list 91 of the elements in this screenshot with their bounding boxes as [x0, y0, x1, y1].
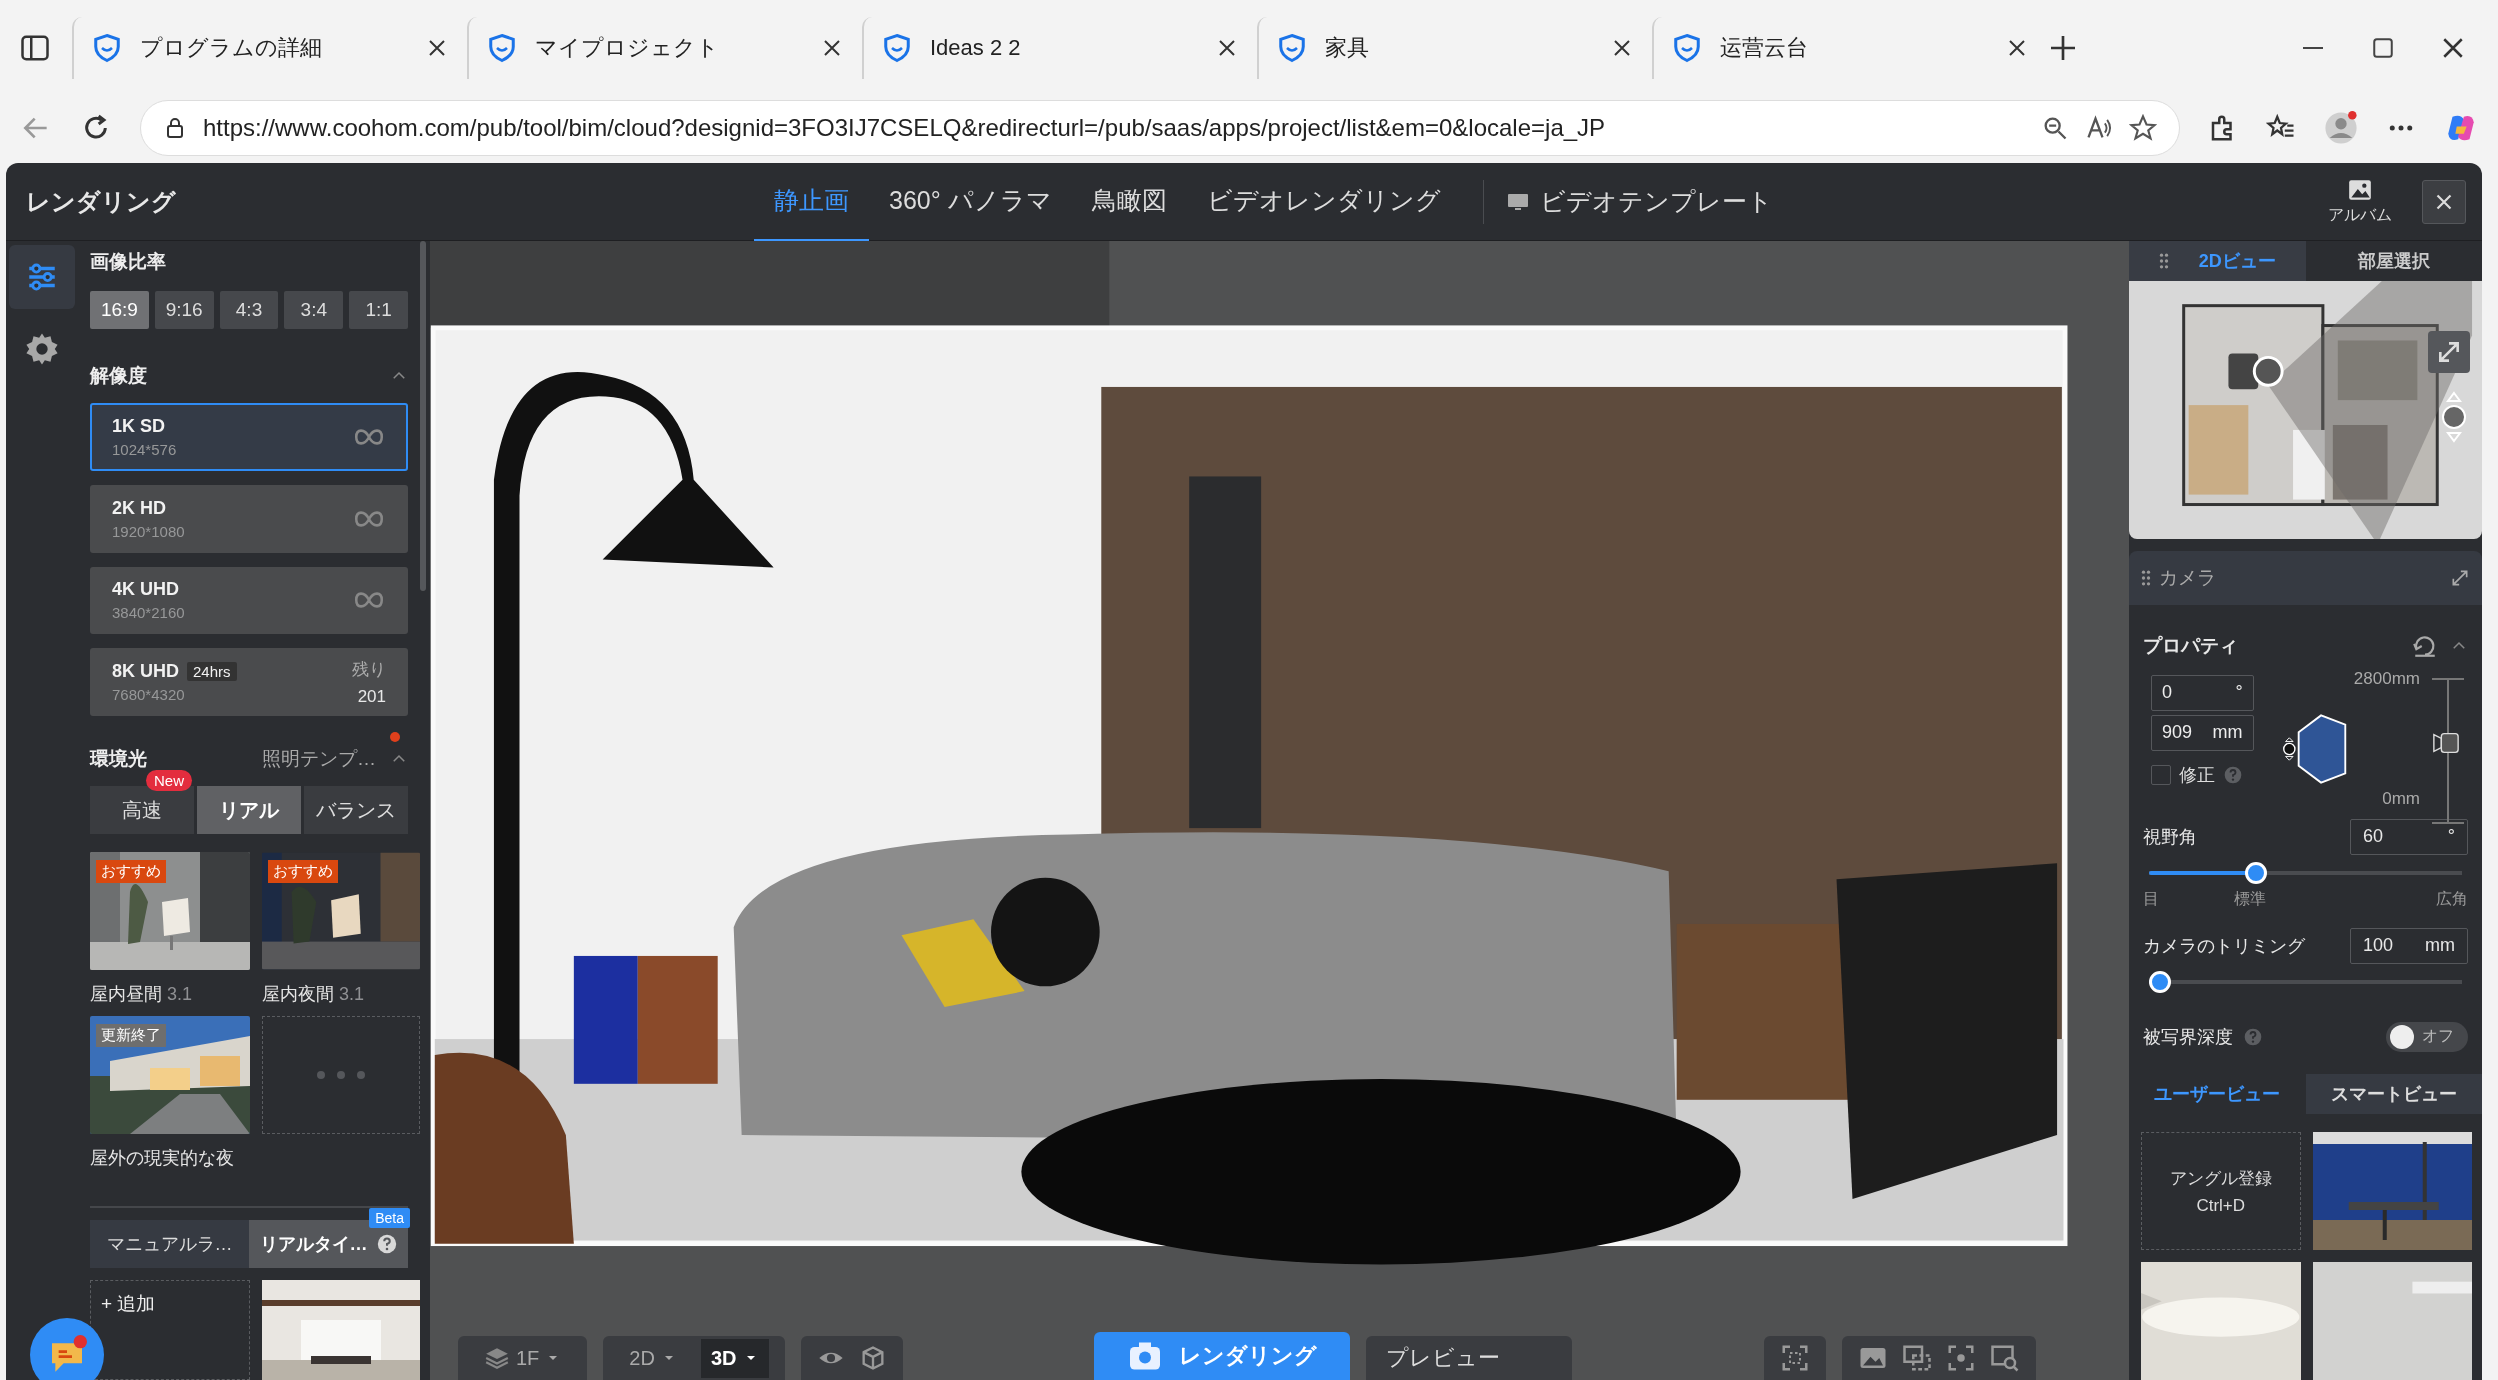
gear-icon[interactable] [25, 332, 59, 366]
preset-thumbnail[interactable]: おすすめ [90, 852, 250, 970]
ratio-button[interactable]: 3:4 [284, 291, 344, 329]
field-label: 視野角 [2143, 825, 2197, 849]
shield-icon [1277, 32, 1307, 63]
expand-icon[interactable] [2450, 568, 2470, 589]
drag-handle-icon[interactable] [2141, 569, 2151, 588]
shield-icon [1672, 32, 1702, 63]
resolution-option[interactable]: 2K HD 1920*1080 [90, 484, 408, 553]
album-button[interactable]: アルバム [2328, 177, 2392, 226]
height-min-label: 0mm [2382, 788, 2420, 809]
rotation-field[interactable]: 0 ° [2151, 674, 2254, 711]
preset-name: 屋外の現実的な夜 [90, 1147, 235, 1170]
resolution-size: 7680*4320 [112, 686, 186, 704]
section-title: プロパティ [2143, 633, 2238, 658]
section-title: 画像比率 [90, 250, 167, 274]
checkbox-label: 修正 [2179, 763, 2215, 787]
view-list-tab[interactable]: スマートビュー [2305, 1073, 2482, 1114]
resolution-name: 8K UHD [112, 661, 179, 683]
register-angle-button[interactable]: アングル登録 Ctrl+D [2141, 1132, 2301, 1250]
preset-thumbnail[interactable]: おすすめ [262, 852, 420, 970]
resolution-name: 1K SD [112, 415, 165, 437]
beta-badge: Beta [369, 1208, 410, 1228]
height-max-label: 2800mm [2353, 668, 2420, 689]
resolution-option[interactable]: 1K SD 1024*576 [90, 403, 408, 471]
slider-mark-label: 広角 [2435, 888, 2468, 909]
notification-dot [390, 732, 400, 742]
browser-tab[interactable]: マイプロジェクト [467, 16, 862, 79]
favorite-icon[interactable] [2129, 114, 2157, 142]
section-title: 環境光 [90, 747, 147, 771]
field-label: カメラのトリミング [2143, 934, 2305, 958]
mode-tab[interactable]: ビデオレンダリング [1186, 163, 1461, 242]
browser-tab[interactable]: 运营云台 [1652, 16, 2047, 79]
checkbox[interactable] [2151, 764, 2171, 785]
slider-mark-label: 標準 [2233, 888, 2268, 909]
ratio-button[interactable]: 9:16 [154, 291, 214, 329]
field-label: 被写界深度 [2143, 1025, 2233, 1049]
chat-button[interactable] [30, 1318, 104, 1380]
view-tab[interactable]: 2Dビュー [2129, 241, 2306, 282]
render-mode-tab[interactable]: マニュアルラ… [90, 1220, 249, 1268]
preset-tag: 更新終了 [96, 1024, 166, 1047]
panel-title: カメラ [2159, 566, 2216, 591]
mode-tab[interactable]: 360° パノラマ [869, 163, 1072, 242]
remaining-count: 201 [357, 686, 386, 707]
ratio-button[interactable]: 4:3 [219, 291, 279, 329]
close-button[interactable] [2422, 179, 2466, 224]
help-icon[interactable] [375, 1233, 398, 1255]
resolution-size: 3840*2160 [112, 604, 186, 622]
resolution-size: 1920*1080 [112, 522, 186, 540]
resolution-option[interactable]: 4K UHD 3840*2160 [90, 566, 408, 635]
slider-thumb[interactable] [2245, 861, 2267, 884]
preset-thumbnail[interactable]: 更新終了 [90, 1016, 250, 1134]
shield-icon [487, 32, 517, 63]
fov-field[interactable]: 60 ° [2350, 818, 2468, 855]
toggle-switch[interactable]: オフ [2386, 1021, 2468, 1052]
shield-icon [882, 32, 912, 63]
ratio-button[interactable]: 16:9 [90, 291, 149, 329]
section-title: 解像度 [90, 364, 147, 388]
shield-icon [92, 32, 122, 63]
resolution-option[interactable]: 8K UHD 24hrs 7680*4320 残り 201 [90, 648, 408, 716]
drag-handle-icon[interactable] [2158, 252, 2169, 271]
quality-tab[interactable]: リアル [197, 786, 301, 834]
quality-tab[interactable]: 高速 [90, 786, 194, 834]
profile-icon[interactable] [2324, 111, 2358, 145]
height-field[interactable]: 909 mm [2151, 714, 2254, 751]
browser-tab[interactable]: Ideas 2 2 [862, 16, 1257, 79]
slider-mark-label: 目 [2143, 888, 2160, 909]
preset-name: 屋内夜間 3.1 [262, 983, 366, 1006]
mode-tab[interactable]: ビデオテンプレート [1539, 185, 1773, 218]
resolution-name: 4K UHD [112, 579, 179, 601]
new-badge: New [146, 770, 192, 791]
resolution-size: 1024*576 [112, 440, 178, 458]
trim-field[interactable]: 100 mm [2350, 927, 2468, 964]
panel-title: レンダリング [26, 186, 177, 217]
template-link[interactable]: 照明テンプ… [262, 746, 376, 772]
remaining-label: 残り [352, 658, 386, 681]
duration-badge: 24hrs [187, 662, 237, 682]
ratio-button[interactable]: 1:1 [349, 291, 408, 329]
preset-name: 屋内昼間 3.1 [90, 983, 194, 1006]
resolution-name: 2K HD [112, 497, 166, 519]
address-field[interactable]: https://www.coohom.com/pub/tool/bim/cloud?designid=3FO3IJ7CSELQ&redirecturl=/pub/saas/apps/project/list&em=0&locale=ja_JP [140, 100, 2180, 156]
expand-button[interactable] [2428, 331, 2470, 374]
view-tab[interactable]: 部屋選択 [2305, 241, 2482, 282]
preset-tag: おすすめ [96, 860, 166, 883]
quality-tab[interactable]: バランス [304, 786, 408, 834]
preset-tag: おすすめ [268, 860, 338, 883]
slider-thumb[interactable] [2149, 970, 2171, 993]
browser-tab[interactable]: 家具 [1257, 16, 1652, 79]
browser-tab[interactable]: プログラムの詳細 [72, 16, 467, 79]
adjustments-button[interactable] [9, 245, 75, 309]
mode-tab[interactable]: 鳥瞰図 [1071, 163, 1187, 242]
